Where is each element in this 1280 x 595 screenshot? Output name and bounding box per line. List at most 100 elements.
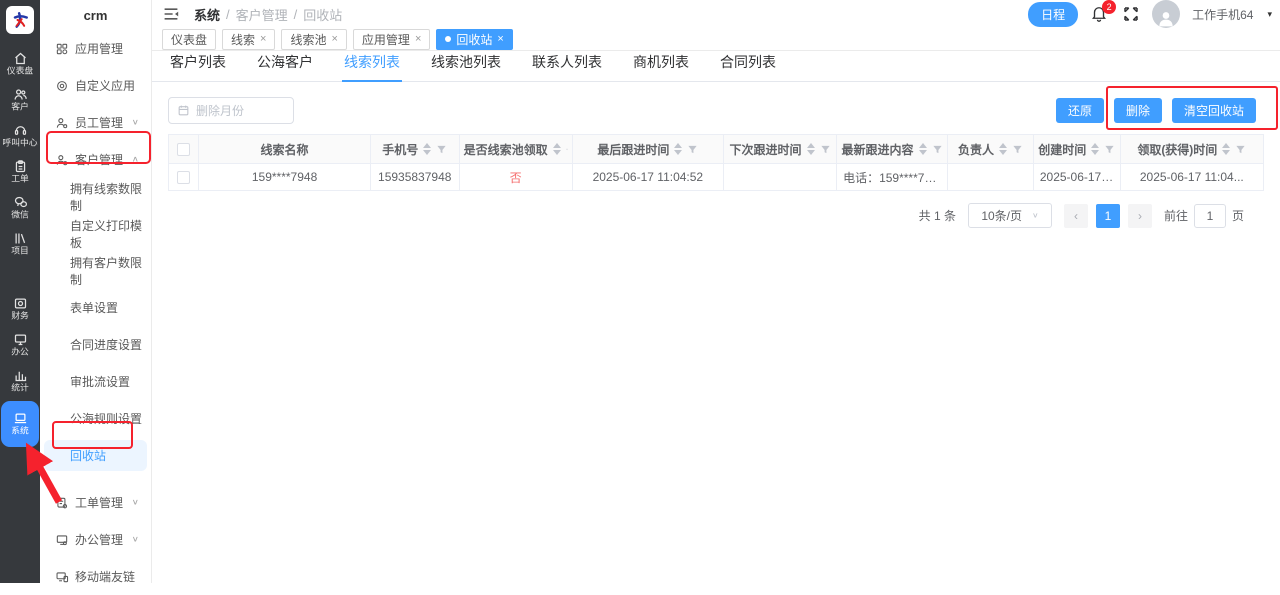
subitem-label: 公海规则设置 [70,412,143,426]
filter-funnel-icon[interactable] [820,144,831,155]
sidebar-subitem-form-settings[interactable]: 表单设置 [40,289,151,326]
sidebar-item-customer-management[interactable]: 客户管理 ∧ [40,141,151,178]
filter-funnel-icon[interactable] [436,144,447,155]
select-all-checkbox[interactable] [177,143,191,157]
sidebar-subitem-recycle-bin[interactable]: 回收站 [44,440,147,471]
table-row[interactable]: 159****7948 15935837948 否 2025-06-17 11:… [167,163,1265,191]
prev-page-button[interactable]: ‹ [1063,203,1088,228]
recycle-bin-table: 线索名称 手机号 是否线索池领取 最后跟进时间 下次跟进时间 最新跟进内容 负责… [167,134,1265,191]
rail-item-work-order[interactable]: 工单 [0,154,40,190]
tag-close-icon[interactable]: × [260,33,266,45]
header-create-time: 创建时间 [1032,134,1121,164]
rail-item-call-center[interactable]: 呼叫中心 [0,118,40,154]
notification-bell[interactable]: 2 [1090,0,1117,24]
delete-month-datepicker[interactable] [168,97,294,124]
sort-icon[interactable] [674,143,683,155]
rail-item-system[interactable]: 系统 [1,401,39,447]
filter-funnel-icon[interactable] [1104,144,1115,155]
sidebar-item-mobile-links[interactable]: 移动端友链 [40,558,151,595]
sidebar-collapse-icon[interactable] [162,5,180,23]
empty-recycle-bin-button[interactable]: 清空回收站 [1171,98,1256,123]
row-checkbox[interactable] [177,171,191,185]
column-label: 是否线索池领取 [463,142,548,157]
tag-label: 线索 [231,32,256,47]
mobile-link-icon [56,571,69,582]
restore-button[interactable]: 还原 [1055,98,1104,123]
tag-leads[interactable]: 线索 × [222,28,276,50]
sort-icon[interactable] [806,143,815,155]
tab-contact-list[interactable]: 联系人列表 [530,52,604,81]
sort-icon[interactable] [552,143,561,155]
sort-icon[interactable] [1091,143,1100,155]
filter-funnel-icon[interactable] [565,144,568,155]
sidebar-subitem-approval-flow[interactable]: 审批流设置 [40,363,151,400]
tag-close-icon[interactable]: × [415,33,421,45]
tab-contract-list[interactable]: 合同列表 [718,52,778,81]
breadcrumb-node[interactable]: 客户管理 [236,5,288,24]
sidebar-subitem-lead-limit[interactable]: 拥有线索数限制 [40,178,151,215]
rail-item-office[interactable]: 办公 [0,327,40,363]
sidebar-subitem-print-template[interactable]: 自定义打印模板 [40,215,151,252]
chevron-down-icon: ∨ [131,535,139,544]
sort-icon[interactable] [1222,143,1231,155]
tab-lead-pool-list[interactable]: 线索池列表 [429,52,503,81]
app-logo[interactable] [6,6,34,34]
tab-opportunity-list[interactable]: 商机列表 [631,52,691,81]
rail-item-finance[interactable]: 财务 [0,291,40,327]
rail-item-wechat[interactable]: 微信 [0,190,40,226]
filter-funnel-icon[interactable] [1235,144,1246,155]
username-label[interactable]: 工作手机64 [1192,6,1253,23]
tag-lead-pool[interactable]: 线索池 × [281,28,347,50]
sidebar-subitem-public-sea-rules[interactable]: 公海规则设置 [40,400,151,437]
sidebar-item-staff-management[interactable]: 员工管理 ∨ [40,104,151,141]
sidebar-item-app-management[interactable]: 应用管理 [40,30,151,67]
staff-person-icon [56,117,68,128]
sidebar-item-label: 应用管理 [75,42,124,56]
tag-close-icon[interactable]: × [331,33,337,45]
page-number-active[interactable]: 1 [1095,203,1120,228]
next-page-button[interactable]: › [1127,203,1152,228]
subitem-label: 审批流设置 [70,375,131,389]
tab-lead-list-active[interactable]: 线索列表 [342,52,402,82]
breadcrumb-separator: / [293,6,298,22]
pager: ‹ 1 › [1063,203,1152,228]
column-label: 领取(获得)时间 [1137,142,1218,157]
tab-customer-list[interactable]: 客户列表 [168,52,228,81]
user-dropdown-caret-icon[interactable]: ▾ [1267,9,1272,20]
fullscreen-icon[interactable] [1122,5,1140,23]
rail-item-stats[interactable]: 统计 [0,363,40,399]
sort-icon[interactable] [998,143,1007,155]
tab-public-sea-customers[interactable]: 公海客户 [255,52,315,81]
active-dot-icon [445,36,452,42]
page-size-select[interactable]: 10条/页 ∨ [967,203,1052,228]
delete-button[interactable]: 删除 [1113,98,1162,123]
filter-funnel-icon[interactable] [1012,144,1023,155]
sidebar-item-workorder-management[interactable]: 工单管理 ∨ [40,484,151,521]
tag-dashboard[interactable]: 仪表盘 [162,28,217,50]
cell-from-lead-pool: 否 [458,163,573,191]
delete-month-input[interactable] [196,103,285,118]
filter-funnel-icon[interactable] [932,144,943,155]
user-avatar[interactable] [1152,0,1181,28]
schedule-button[interactable]: 日程 [1028,1,1079,27]
breadcrumb-root[interactable]: 系统 [194,5,220,24]
sidebar-item-label: 客户管理 [75,153,124,167]
rail-item-project[interactable]: 项目 [0,226,40,262]
tag-close-icon[interactable]: × [497,33,503,45]
tag-label: 仪表盘 [171,32,208,47]
sidebar-subitem-contract-progress[interactable]: 合同进度设置 [40,326,151,363]
topbar-right-cluster: 日程 2 工作手机64 ▾ [1028,0,1272,28]
filter-funnel-icon[interactable] [687,144,698,155]
rail-item-dashboard[interactable]: 仪表盘 [0,46,40,82]
sort-icon[interactable] [423,143,432,155]
rail-item-customers[interactable]: 客户 [0,82,40,118]
sidebar-item-office-management[interactable]: 办公管理 ∨ [40,521,151,558]
toolbar: 还原 删除 清空回收站 [152,82,1280,124]
tag-app-management[interactable]: 应用管理 × [352,28,431,50]
sidebar-subitem-customer-limit[interactable]: 拥有客户数限制 [40,252,151,289]
goto-page-input[interactable] [1193,203,1226,228]
sort-icon[interactable] [918,143,927,155]
tag-recycle-bin-active[interactable]: 回收站 × [436,28,513,50]
rail-item-label: 办公 [11,347,29,358]
sidebar-item-custom-app[interactable]: 自定义应用 [40,67,151,104]
